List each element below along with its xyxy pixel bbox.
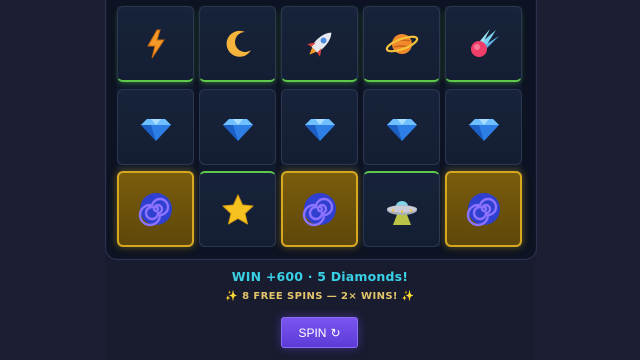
rocket-icon	[306, 32, 331, 57]
free-spins-label: 8 FREE SPINS — 2× WINS!	[242, 291, 398, 302]
reel-5-row-3	[445, 171, 522, 247]
spin-button-label: SPIN	[298, 325, 327, 340]
diamond-icon	[468, 119, 499, 141]
refresh-icon: ↻	[330, 325, 341, 340]
reel-4-row-1	[363, 6, 440, 82]
win-message: WIN +600 · 5 Diamonds!	[231, 269, 409, 284]
reels-grid	[117, 6, 523, 247]
reel-4	[363, 6, 440, 247]
diamond-icon	[304, 119, 335, 141]
reel-1-row-3	[117, 171, 194, 247]
reel-3-row-1	[281, 6, 358, 82]
diamond-icon	[222, 119, 253, 141]
reel-1-row-2	[117, 89, 194, 165]
diamond-icon	[386, 119, 417, 141]
comet-icon	[470, 28, 499, 57]
free-spins-message: ✨ 8 FREE SPINS — 2× WINS! ✨	[0, 291, 640, 302]
spiral-icon	[302, 193, 336, 227]
planet-icon	[385, 33, 418, 54]
reel-2	[199, 6, 276, 247]
reel-3-row-2	[281, 89, 358, 165]
reel-2-row-3	[199, 171, 276, 247]
background-right	[535, 0, 640, 360]
reel-1	[117, 6, 194, 247]
star-icon	[222, 194, 253, 224]
lightning-icon	[146, 29, 165, 58]
ufo-icon	[386, 200, 417, 225]
sparkle-icon: ✨	[401, 291, 415, 302]
reel-5-row-2	[445, 89, 522, 165]
spiral-icon	[466, 193, 500, 227]
reel-5	[445, 6, 522, 247]
reel-5-row-1	[445, 6, 522, 82]
reel-4-row-2	[363, 89, 440, 165]
reel-3	[281, 6, 358, 247]
spiral-icon	[138, 193, 172, 227]
moon-icon	[226, 30, 251, 57]
reel-2-row-1	[199, 6, 276, 82]
reel-1-row-1	[117, 6, 194, 82]
background-left	[0, 0, 105, 360]
reel-4-row-3	[363, 171, 440, 247]
sparkle-icon: ✨	[225, 291, 239, 302]
reel-3-row-3	[281, 171, 358, 247]
diamond-icon	[140, 119, 171, 141]
reel-2-row-2	[199, 89, 276, 165]
spin-button[interactable]: SPIN ↻	[281, 317, 358, 348]
